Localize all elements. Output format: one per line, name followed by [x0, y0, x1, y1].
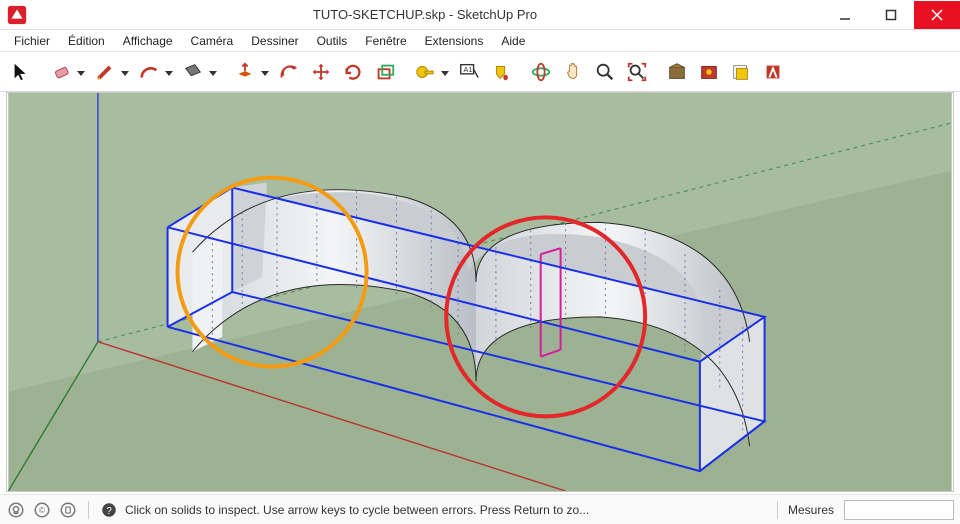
tool-orbit[interactable] [526, 57, 556, 87]
menu-dessiner[interactable]: Dessiner [243, 32, 306, 50]
tool-send-layout[interactable] [726, 57, 756, 87]
status-bar: © ? Click on solids to inspect. Use arro… [0, 494, 960, 524]
menu-outils[interactable]: Outils [309, 32, 356, 50]
window-controls [822, 1, 960, 29]
tool-move[interactable] [306, 57, 336, 87]
viewport-3d[interactable] [6, 92, 954, 492]
tool-extension-warehouse[interactable] [694, 57, 724, 87]
tool-scale[interactable] [370, 57, 400, 87]
tool-paint[interactable] [486, 57, 516, 87]
status-credits-icon[interactable]: © [32, 500, 52, 520]
menu-extensions[interactable]: Extensions [417, 32, 492, 50]
menu-aide[interactable]: Aide [493, 32, 533, 50]
tool-rotate[interactable] [338, 57, 368, 87]
tool-rectangle[interactable] [178, 57, 208, 87]
menu-affichage[interactable]: Affichage [115, 32, 181, 50]
svg-text:A1: A1 [464, 65, 473, 74]
svg-text:?: ? [106, 505, 112, 516]
measurements-label: Mesures [788, 503, 834, 517]
tool-zoom[interactable] [590, 57, 620, 87]
toolbar: A1 [0, 52, 960, 92]
close-button[interactable] [914, 1, 960, 29]
tool-zoom-extents[interactable] [622, 57, 652, 87]
menu-fenetre[interactable]: Fenêtre [357, 32, 414, 50]
tool-style-builder[interactable] [758, 57, 788, 87]
status-help-icon[interactable]: ? [99, 500, 119, 520]
status-login-icon[interactable] [58, 500, 78, 520]
menu-bar: Fichier Édition Affichage Caméra Dessine… [0, 30, 960, 52]
tool-pencil[interactable] [90, 57, 120, 87]
tool-arc[interactable] [134, 57, 164, 87]
menu-camera[interactable]: Caméra [183, 32, 242, 50]
tool-3d-warehouse[interactable] [662, 57, 692, 87]
minimize-button[interactable] [822, 1, 868, 29]
tool-text[interactable]: A1 [454, 57, 484, 87]
tool-offset[interactable] [274, 57, 304, 87]
status-hint: Click on solids to inspect. Use arrow ke… [125, 503, 589, 517]
window-title: TUTO-SKETCHUP.skp - SketchUp Pro [28, 7, 822, 22]
status-geo-icon[interactable] [6, 500, 26, 520]
tool-eraser[interactable] [46, 57, 76, 87]
maximize-button[interactable] [868, 1, 914, 29]
tool-tape-measure[interactable] [410, 57, 440, 87]
menu-fichier[interactable]: Fichier [6, 32, 58, 50]
measurements-input[interactable] [844, 500, 954, 520]
title-bar: TUTO-SKETCHUP.skp - SketchUp Pro [0, 0, 960, 30]
svg-text:©: © [39, 506, 45, 515]
tool-push-pull[interactable] [230, 57, 260, 87]
menu-edition[interactable]: Édition [60, 32, 113, 50]
tool-select[interactable] [6, 57, 36, 87]
tool-pan[interactable] [558, 57, 588, 87]
app-icon [6, 4, 28, 26]
